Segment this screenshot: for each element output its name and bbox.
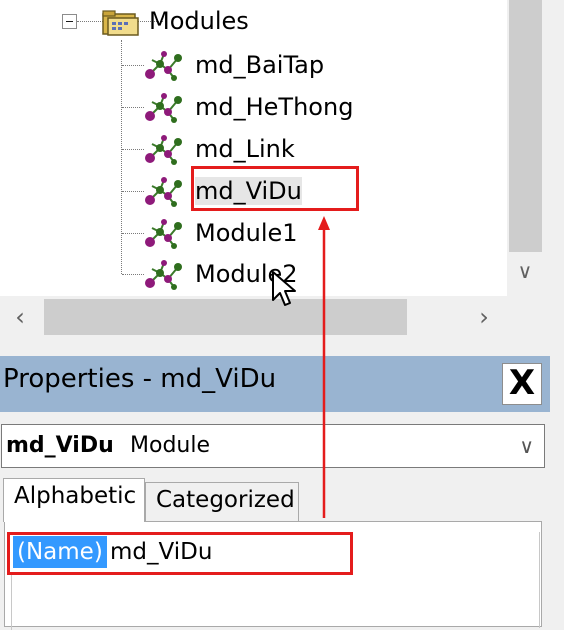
module-icon xyxy=(145,177,182,207)
tree-vertical-scrollbar[interactable]: ∨ xyxy=(507,0,544,296)
object-type: Module xyxy=(130,433,210,458)
tree-connector-horizontal xyxy=(122,149,144,150)
window-edge xyxy=(544,0,564,340)
tree-item-label: md_Link xyxy=(195,135,295,163)
object-name: md_ViDu xyxy=(6,433,114,458)
project-tree[interactable]: Modules md_BaiTap md_HeThong md_Link md_… xyxy=(0,0,507,296)
scrollbar-thumb[interactable] xyxy=(509,0,542,252)
module-icon xyxy=(145,219,182,249)
folder-label: Modules xyxy=(149,7,249,35)
tree-connector-horizontal xyxy=(122,65,144,66)
mouse-cursor-icon xyxy=(272,271,296,306)
tree-connector-horizontal xyxy=(122,233,144,234)
folder-icon xyxy=(102,10,139,36)
module-icon xyxy=(145,51,182,81)
tree-item-label: Module1 xyxy=(195,219,298,247)
scrollbar-thumb[interactable] xyxy=(44,299,407,335)
tab-categorized[interactable]: Categorized xyxy=(145,482,299,524)
highlight-box-tree-item xyxy=(191,166,359,211)
tree-connector-horizontal xyxy=(122,274,144,275)
tree-item-label: md_HeThong xyxy=(195,93,354,121)
collapse-toggle-icon[interactable] xyxy=(62,14,77,29)
tree-horizontal-scrollbar[interactable]: ‹ › xyxy=(0,296,507,340)
tab-label: Alphabetic xyxy=(14,483,137,509)
grid-divider xyxy=(539,532,540,628)
scroll-left-icon[interactable]: ‹ xyxy=(8,305,32,329)
highlight-box-name-property xyxy=(7,532,353,575)
tab-label: Categorized xyxy=(156,487,295,513)
module-icon xyxy=(145,135,182,165)
tree-connector-vertical xyxy=(121,40,122,274)
module-icon xyxy=(145,260,182,290)
close-button[interactable]: X xyxy=(502,363,542,405)
tree-item-label: md_BaiTap xyxy=(195,51,325,79)
chevron-down-icon[interactable]: ∨ xyxy=(519,434,534,458)
object-selector[interactable]: md_ViDu Module ∨ xyxy=(1,424,545,468)
scroll-right-icon[interactable]: › xyxy=(472,305,496,329)
properties-title: Properties - md_ViDu xyxy=(3,364,277,394)
scroll-down-icon[interactable]: ∨ xyxy=(515,261,535,281)
tab-alphabetic[interactable]: Alphabetic xyxy=(3,478,145,522)
properties-title-bar[interactable]: Properties - md_ViDu X xyxy=(0,356,550,412)
tree-connector-horizontal xyxy=(122,107,144,108)
scrollbar-corner xyxy=(507,296,564,340)
grid-divider xyxy=(11,574,12,630)
tree-connector-horizontal xyxy=(122,191,144,192)
module-icon xyxy=(145,93,182,123)
